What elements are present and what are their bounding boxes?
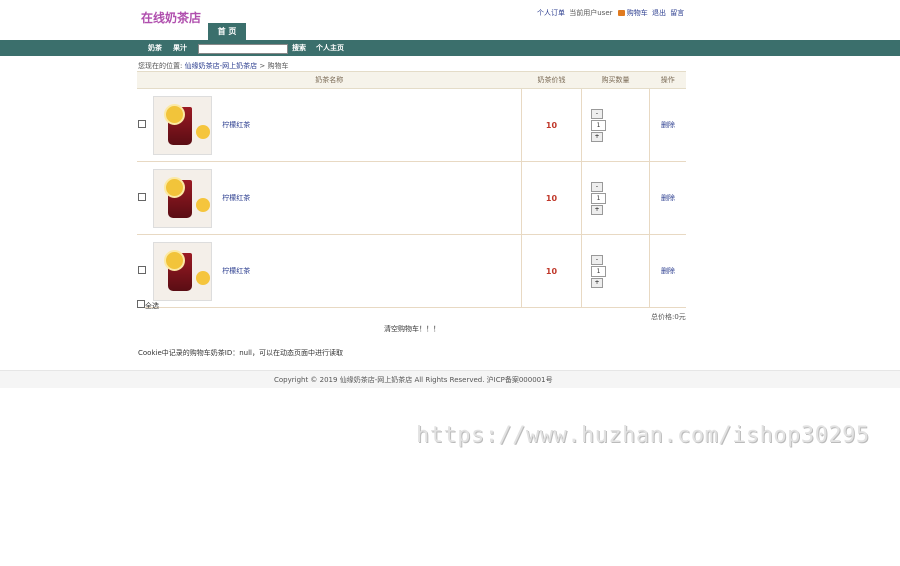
qty-minus-button[interactable]: - [591,181,603,192]
delete-link[interactable]: 删除 [661,267,675,275]
product-name-link[interactable]: 柠檬红茶 [222,266,250,276]
breadcrumb-current: 购物车 [267,62,289,70]
row-checkbox[interactable] [138,193,146,201]
product-image [153,168,212,228]
nav-bar [0,40,900,56]
select-all[interactable]: 全选 [137,300,159,311]
header-price: 奶茶价钱 [521,71,582,89]
product-name-link[interactable]: 柠檬红茶 [222,120,250,130]
breadcrumb-separator: > [259,62,266,70]
select-all-checkbox[interactable] [137,300,145,308]
nav-item-personal-home[interactable]: 个人主页 [316,40,344,56]
qty-input[interactable]: 1 [591,119,606,131]
qty-minus-button[interactable]: - [591,254,603,265]
site-logo: 在线奶茶店 [141,11,202,25]
qty-minus-button[interactable]: - [591,108,603,119]
header-op: 操作 [649,71,686,89]
message-link[interactable]: 留言 [670,9,684,17]
product-price: 10 [521,161,582,235]
product-image [153,95,212,155]
qty-input[interactable]: 1 [591,192,606,204]
table-row: 柠檬红茶 10 - 1 + 删除 [137,88,686,162]
home-tab[interactable]: 首 页 [208,23,246,40]
table-row: 柠檬红茶 10 - 1 + 删除 [137,161,686,235]
row-checkbox[interactable] [138,266,146,274]
logout-link[interactable]: 退出 [652,9,666,17]
cart-link[interactable]: 购物车 [627,9,648,17]
qty-plus-button[interactable]: + [591,131,603,142]
current-user-label: 当前用户user [569,9,613,17]
qty-input[interactable]: 1 [591,265,606,277]
product-image [153,241,212,301]
header-qty: 购买数量 [581,71,650,89]
cart-header-row: 奶茶名称 奶茶价钱 购买数量 操作 [137,71,686,89]
product-price: 10 [521,88,582,162]
delete-link[interactable]: 删除 [661,194,675,202]
breadcrumb-site-link[interactable]: 仙缘奶茶店-网上奶茶店 [185,62,258,70]
watermark: https://www.huzhan.com/ishop30295 [416,423,870,448]
search-input[interactable] [198,44,288,54]
row-checkbox[interactable] [138,120,146,128]
cart-icon [617,10,625,16]
search-button[interactable]: 搜索 [292,40,306,56]
my-orders-link[interactable]: 个人订单 [537,9,565,17]
clear-cart-link[interactable]: 清空购物车！！！ [384,324,440,334]
select-all-label: 全选 [145,302,159,310]
breadcrumb: 您现在的位置: 仙缘奶茶店-网上奶茶店 > 购物车 [138,61,288,71]
header-name: 奶茶名称 [137,71,522,89]
nav-item-milktea[interactable]: 奶茶 [148,40,162,56]
cart-table: 奶茶名称 奶茶价钱 购买数量 操作 柠檬红茶 10 - 1 + 删除 柠檬红茶 … [137,71,686,308]
delete-link[interactable]: 删除 [661,121,675,129]
cookie-note: Cookie中记录的购物车奶茶ID：null，可以在动态页面中进行读取 [138,349,343,357]
product-price: 10 [521,234,582,308]
product-name-link[interactable]: 柠檬红茶 [222,193,250,203]
top-links: 个人订单 当前用户user 购物车 退出 留言 [537,8,686,18]
nav-item-juice[interactable]: 果汁 [173,40,187,56]
total-price: 总价格:0元 [651,313,686,321]
qty-plus-button[interactable]: + [591,277,603,288]
table-row: 柠檬红茶 10 - 1 + 删除 [137,234,686,308]
qty-plus-button[interactable]: + [591,204,603,215]
breadcrumb-prefix: 您现在的位置: [138,62,183,70]
footer-copyright: Copyright © 2019 仙缘奶茶店-网上奶茶店 All Rights … [274,376,553,384]
